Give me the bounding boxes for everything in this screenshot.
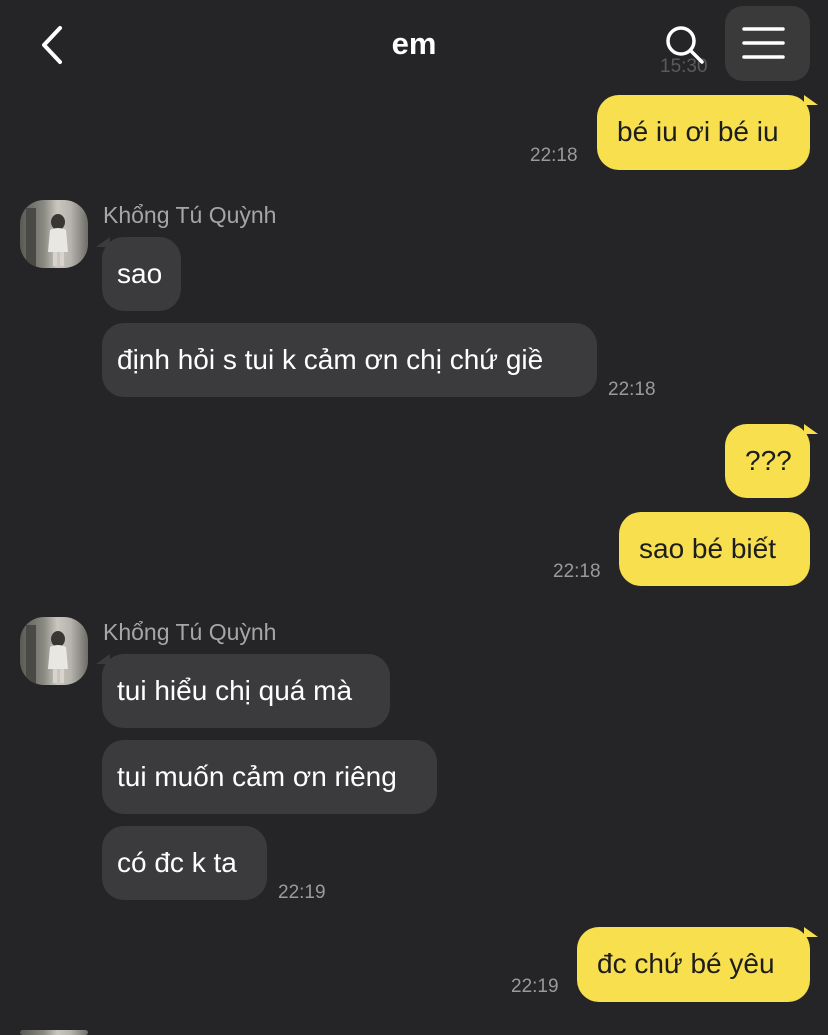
my-message-bubble[interactable]: bé iu ơi bé iu [597, 95, 810, 170]
message-time: 22:18 [608, 379, 656, 400]
avatar[interactable] [20, 200, 88, 268]
my-message-bubble[interactable]: ??? [725, 424, 810, 498]
bubble-tail [804, 927, 818, 937]
my-message-bubble[interactable]: đc chứ bé yêu [577, 927, 810, 1002]
sender-name: Khổng Tú Quỳnh [103, 619, 277, 645]
their-message-bubble[interactable]: có đc k ta [102, 826, 267, 900]
their-message-bubble[interactable]: tui hiểu chị quá mà [102, 654, 390, 728]
avatar-photo-icon [26, 208, 68, 268]
search-icon [666, 26, 704, 64]
bubble-tail [804, 424, 818, 434]
message-time: 22:19 [278, 882, 326, 903]
avatar-photo-icon [26, 625, 68, 685]
avatar[interactable] [20, 617, 88, 685]
menu-button[interactable] [725, 6, 810, 81]
message-time: 22:18 [553, 561, 601, 582]
message-time: 22:19 [511, 976, 559, 997]
their-message-bubble[interactable]: sao [102, 237, 181, 311]
their-message-bubble[interactable]: tui muốn cảm ơn riêng [102, 740, 437, 814]
search-button[interactable] [660, 20, 708, 68]
their-message-bubble[interactable]: định hỏi s tui k cảm ơn chị chứ giề [102, 323, 597, 397]
bubble-tail [804, 95, 818, 105]
avatar[interactable] [20, 1030, 88, 1035]
my-message-bubble[interactable]: sao bé biết [619, 512, 810, 586]
hamburger-menu-icon [742, 27, 785, 59]
sender-name: Khổng Tú Quỳnh [103, 202, 277, 228]
message-time: 22:18 [530, 145, 578, 166]
